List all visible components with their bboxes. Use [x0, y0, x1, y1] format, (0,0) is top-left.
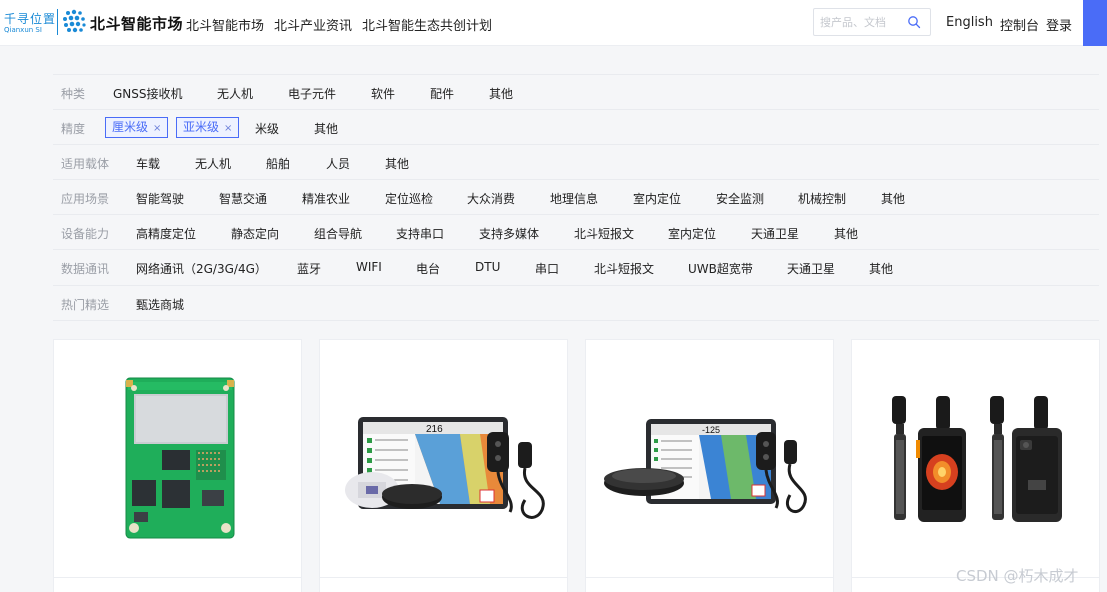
filter-option[interactable]: GNSS接收机: [113, 85, 183, 102]
selected-filter-chip[interactable]: 亚米级 ×: [176, 117, 240, 138]
filter-option[interactable]: 大众消费: [467, 190, 515, 207]
beidou-logo-icon: [63, 9, 86, 33]
filter-option[interactable]: DTU: [475, 260, 500, 274]
filter-option[interactable]: 精准农业: [302, 190, 350, 207]
filter-option[interactable]: 其他: [385, 155, 409, 172]
filter-row-carrier: 适用载体 车载 无人机 船舶 人员 其他: [53, 144, 1099, 179]
beidou-market-logo-text: 北斗智能市场: [90, 15, 184, 33]
logo-divider: [57, 9, 58, 35]
filter-option[interactable]: 其他: [489, 85, 513, 102]
filter-option[interactable]: 智慧交通: [219, 190, 267, 207]
filter-label: 应用场景: [61, 192, 110, 206]
filter-row-scenario: 应用场景 智能驾驶 智慧交通 精准农业 定位巡检 大众消费 地理信息 室内定位 …: [53, 179, 1099, 214]
filter-option[interactable]: 智能驾驶: [136, 190, 184, 207]
filter-label: 精度: [61, 122, 86, 136]
filter-option[interactable]: 安全监测: [716, 190, 764, 207]
filter-option[interactable]: 配件: [430, 85, 454, 102]
chip-label: 亚米级: [183, 120, 220, 134]
filter-option[interactable]: 支持多媒体: [479, 225, 539, 242]
filter-option[interactable]: WIFI: [356, 260, 382, 274]
filter-option[interactable]: 其他: [881, 190, 905, 207]
rugged-handheld-terminals-image: [892, 396, 1062, 522]
qianxun-logo[interactable]: 千寻位置 Qianxun SI: [4, 11, 56, 35]
filter-label: 数据通讯: [61, 262, 110, 276]
filter-option[interactable]: 室内定位: [633, 190, 681, 207]
filter-option[interactable]: 北斗短报文: [574, 225, 634, 242]
card-divider: [54, 577, 301, 578]
filter-option[interactable]: 串口: [535, 260, 559, 277]
console-link[interactable]: 控制台: [1000, 15, 1039, 34]
nav-ecosystem-plan[interactable]: 北斗智能生态共创计划: [362, 15, 492, 34]
filter-option[interactable]: 其他: [869, 260, 893, 277]
filter-option[interactable]: 米级: [255, 120, 279, 137]
filter-row-precision: 精度 厘米级 × 亚米级 × 米级 其他: [53, 109, 1099, 144]
filter-option[interactable]: UWB超宽带: [688, 260, 753, 277]
agri-navigation-kit-image: 216: [345, 417, 545, 519]
filter-option[interactable]: 定位巡检: [385, 190, 433, 207]
card-divider: [586, 577, 833, 578]
filter-option[interactable]: 人员: [326, 155, 350, 172]
filter-row-capability: 设备能力 高精度定位 静态定向 组合导航 支持串口 支持多媒体 北斗短报文 室内…: [53, 214, 1099, 249]
filter-option[interactable]: 天通卫星: [751, 225, 799, 242]
filter-option[interactable]: 高精度定位: [136, 225, 196, 242]
filter-option[interactable]: 蓝牙: [297, 260, 321, 277]
chip-label: 厘米级: [112, 120, 149, 134]
filter-option[interactable]: 电子元件: [288, 85, 336, 102]
filter-label: 适用载体: [61, 157, 110, 171]
filter-option[interactable]: 无人机: [195, 155, 231, 172]
gnss-module-board-image: [125, 377, 235, 539]
filter-row-featured: 热门精选 甄选商城: [53, 285, 1099, 320]
filter-option[interactable]: 无人机: [217, 85, 253, 102]
agri-navigation-kit-2-image: -125: [604, 419, 807, 513]
filter-option[interactable]: 其他: [834, 225, 858, 242]
close-icon[interactable]: ×: [153, 123, 161, 134]
english-link[interactable]: English: [946, 15, 993, 30]
card-divider: [320, 577, 567, 578]
filter-option[interactable]: 支持串口: [396, 225, 444, 242]
filter-option[interactable]: 车载: [136, 155, 160, 172]
product-card[interactable]: 216: [319, 339, 568, 592]
search-box[interactable]: [813, 8, 931, 36]
filter-option[interactable]: 其他: [314, 120, 338, 137]
filter-option[interactable]: 网络通讯（2G/3G/4G）: [136, 260, 267, 277]
csdn-watermark: CSDN @朽木成才: [956, 567, 1079, 585]
filter-option[interactable]: 天通卫星: [787, 260, 835, 277]
filter-option[interactable]: 甄选商城: [136, 296, 184, 313]
search-icon[interactable]: [907, 15, 921, 29]
filter-option[interactable]: 电台: [416, 260, 440, 277]
filter-label: 设备能力: [61, 227, 110, 241]
filter-bottom-divider: [53, 320, 1099, 321]
filter-option[interactable]: 船舶: [266, 155, 290, 172]
login-link[interactable]: 登录: [1046, 15, 1072, 34]
qianxun-logo-cn: 千寻位置: [4, 12, 57, 26]
nav-industry-news[interactable]: 北斗产业资讯: [274, 15, 352, 34]
filter-option[interactable]: 机械控制: [798, 190, 846, 207]
filter-option[interactable]: 地理信息: [550, 190, 598, 207]
register-button[interactable]: [1083, 0, 1107, 46]
tablet-heading-readout: -125: [702, 425, 720, 435]
tablet-heading-readout: 216: [426, 424, 443, 435]
filter-label: 种类: [61, 87, 86, 101]
beidou-market-logo[interactable]: 北斗智能市场: [62, 9, 184, 37]
filter-option[interactable]: 组合导航: [314, 225, 362, 242]
product-card[interactable]: -125: [585, 339, 834, 592]
filter-row-communication: 数据通讯 网络通讯（2G/3G/4G） 蓝牙 WIFI 电台 DTU 串口 北斗…: [53, 249, 1099, 284]
filter-option[interactable]: 软件: [371, 85, 395, 102]
nav-beidou-market[interactable]: 北斗智能市场: [186, 15, 264, 34]
product-card[interactable]: [53, 339, 302, 592]
selected-filter-chip[interactable]: 厘米级 ×: [105, 117, 169, 138]
filter-row-category: 种类 GNSS接收机 无人机 电子元件 软件 配件 其他: [53, 74, 1099, 109]
close-icon[interactable]: ×: [224, 123, 232, 134]
filter-option[interactable]: 室内定位: [668, 225, 716, 242]
filter-label: 热门精选: [61, 298, 110, 312]
filter-option[interactable]: 静态定向: [231, 225, 279, 242]
product-card[interactable]: [851, 339, 1100, 592]
filter-option[interactable]: 北斗短报文: [594, 260, 654, 277]
top-header: 千寻位置 Qianxun SI 北斗智能市场 北斗智能市场 北斗产业资讯 北斗智…: [0, 0, 1107, 46]
qianxun-logo-en: Qianxun SI: [4, 26, 42, 34]
search-input[interactable]: [820, 14, 902, 31]
